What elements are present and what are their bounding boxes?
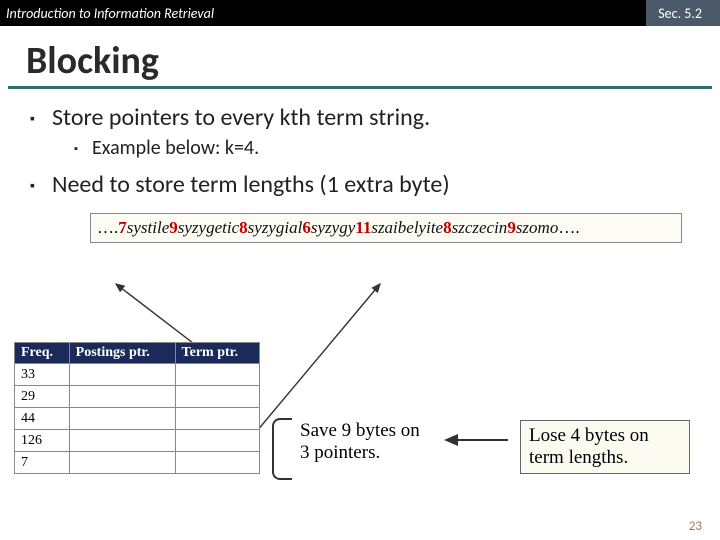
- bullet-list: Store pointers to every kth term string.…: [30, 103, 720, 199]
- section-tag: Sec. 5.2: [646, 0, 720, 26]
- table-row: 126: [15, 430, 260, 452]
- table-row: 33: [15, 364, 260, 386]
- note-save: Save 9 bytes on 3 pointers.: [300, 420, 430, 464]
- dictionary-table: Freq. Postings ptr. Term ptr. 33 29 44 1…: [14, 342, 260, 474]
- term-string-box: ….7systile9syzygetic8syzygial6syzygy11sz…: [90, 213, 682, 243]
- table-row: 7: [15, 452, 260, 474]
- title-rule: [8, 86, 712, 89]
- slide-title: Blocking: [26, 38, 720, 84]
- bullet-1: Store pointers to every kth term string.…: [30, 103, 720, 160]
- slide-number: 23: [689, 519, 702, 534]
- top-bar: Introduction to Information Retrieval Se…: [0, 0, 720, 26]
- col-freq: Freq.: [15, 343, 70, 364]
- col-termptr: Term ptr.: [175, 343, 259, 364]
- bullet-1a: Example below: k=4.: [74, 136, 720, 160]
- table-row: 29: [15, 386, 260, 408]
- col-postings: Postings ptr.: [69, 343, 175, 364]
- bullet-2: Need to store term lengths (1 extra byte…: [30, 170, 720, 199]
- course-title: Introduction to Information Retrieval: [6, 5, 214, 22]
- table-row: 44: [15, 408, 260, 430]
- note-lose: Lose 4 bytes on term lengths.: [520, 420, 690, 474]
- brace-icon: [272, 418, 292, 480]
